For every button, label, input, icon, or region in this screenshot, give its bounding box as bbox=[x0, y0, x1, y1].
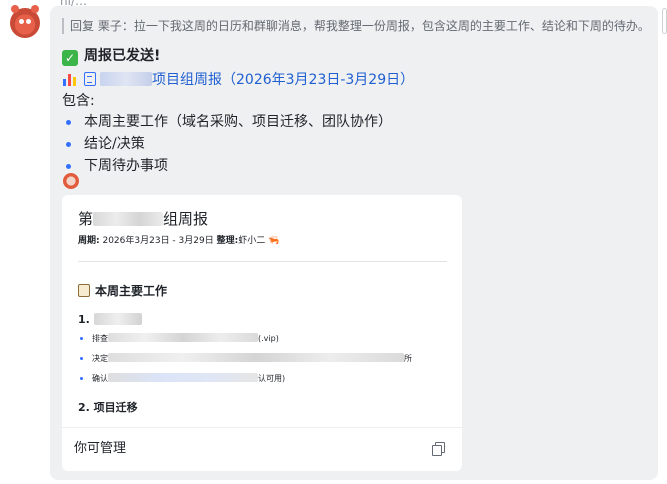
subsection-title: 1. bbox=[78, 313, 142, 327]
card-bullet: 排查 (.vip) bbox=[80, 333, 279, 345]
sent-status-line: ✓ 周报已发送! bbox=[62, 46, 160, 66]
list-item: 结论/决策 bbox=[66, 134, 145, 154]
crab-icon bbox=[63, 173, 79, 189]
card-bullet: 决定所 bbox=[80, 353, 412, 365]
doc-link-line[interactable]: 项目组周报（2026年3月23日-3月29日） bbox=[62, 70, 414, 90]
card-bullet: 确认 认可用) bbox=[80, 373, 285, 385]
bar-chart-icon bbox=[62, 72, 78, 86]
clipboard-icon bbox=[78, 284, 90, 297]
doc-link-text[interactable]: 项目组周报（2026年3月23日-3月29日） bbox=[152, 72, 414, 88]
copy-icon[interactable] bbox=[432, 442, 445, 456]
reply-quote[interactable]: 回复 栗子：拉一下我这周的日历和群聊消息，帮我整理一份周报，包含这周的主要工作、… bbox=[62, 18, 652, 34]
doc-icon bbox=[84, 72, 96, 86]
redacted-text bbox=[108, 373, 258, 382]
card-footer: 你可管理 bbox=[62, 427, 462, 471]
doc-preview-card[interactable]: 第组周报 周期: 2026年3月23日 - 3月29日 整理:虾小二 🦐 本周主… bbox=[62, 195, 462, 471]
redacted-text bbox=[108, 333, 258, 342]
shrimp-icon: 🦐 bbox=[268, 236, 280, 246]
bot-avatar[interactable] bbox=[10, 5, 40, 38]
avatar-eye-right bbox=[26, 19, 31, 24]
card-meta: 周期: 2026年3月23日 - 3月29日 整理:虾小二 🦐 bbox=[78, 236, 280, 246]
sent-status-text: 周报已发送! bbox=[84, 48, 161, 64]
redacted-text bbox=[108, 353, 404, 362]
section-title: 本周主要工作 bbox=[78, 283, 167, 299]
card-title: 第组周报 bbox=[78, 210, 209, 228]
redacted-title-part bbox=[93, 212, 164, 226]
manage-permission-label[interactable]: 你可管理 bbox=[74, 440, 126, 458]
subsection-title: 2. 项目迁移 bbox=[78, 401, 138, 414]
message-bubble: 回复 栗子：拉一下我这周的日历和群聊消息，帮我整理一份周报，包含这周的主要工作、… bbox=[50, 6, 658, 480]
avatar-claw-left bbox=[11, 5, 19, 13]
avatar-eye-left bbox=[19, 19, 24, 24]
list-item: 下周待办事项 bbox=[66, 156, 168, 176]
redacted-subsection bbox=[93, 313, 142, 325]
list-item: 本周主要工作（域名采购、项目迁移、团队协作） bbox=[66, 112, 392, 132]
contains-label: 包含: bbox=[62, 93, 95, 109]
side-panel-edge bbox=[662, 8, 667, 34]
avatar-claw-right bbox=[31, 5, 39, 13]
redacted-project-name bbox=[100, 72, 152, 86]
divider bbox=[78, 261, 447, 262]
check-icon: ✓ bbox=[62, 50, 78, 66]
